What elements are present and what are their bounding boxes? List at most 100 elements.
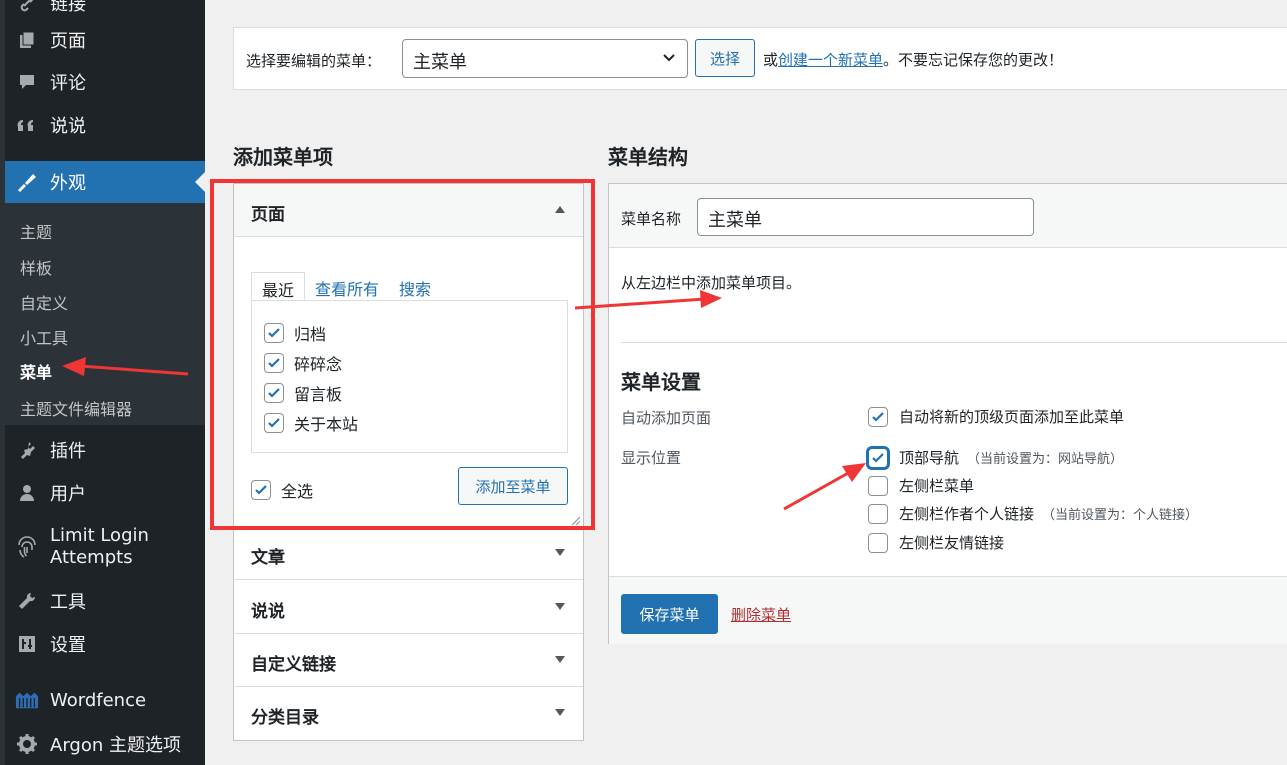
location-option-author-links[interactable]: 左侧栏作者个人链接 （当前设置为：个人链接）	[868, 503, 1198, 524]
checkmark-icon	[268, 328, 280, 338]
sidebar-item-label: 链接	[50, 0, 86, 15]
sidebar-item-settings[interactable]: 设置	[0, 626, 205, 662]
create-new-menu-link[interactable]: 创建一个新菜单	[778, 51, 883, 69]
location-label: 顶部导航	[899, 449, 960, 467]
checkmark-icon	[268, 388, 280, 398]
accordion-title: 说说	[251, 602, 285, 622]
sidebar-item-links[interactable]: 链接	[0, 0, 205, 18]
sidebar-item-label: 设置	[50, 635, 86, 656]
add-to-menu-button[interactable]: 添加至菜单	[458, 467, 568, 505]
sidebar-item-label: 说说	[50, 116, 86, 137]
accordion-section-categories[interactable]: 分类目录	[234, 687, 583, 740]
resize-handle-icon[interactable]	[571, 516, 581, 526]
checkmark-icon	[255, 485, 267, 495]
page-label: 归档	[294, 325, 327, 344]
accordion-section-posts[interactable]: 文章	[234, 527, 583, 580]
location-checkbox[interactable]	[868, 503, 888, 524]
accordion-section-custom-links[interactable]: 自定义链接	[234, 634, 583, 687]
submenu-item-patterns[interactable]: 样板	[20, 255, 52, 279]
label-line-2: Attempts	[50, 547, 133, 568]
chevron-down-icon	[555, 549, 565, 556]
sidebar-item-wordfence[interactable]: Wordfence	[0, 682, 205, 718]
plugin-icon	[15, 438, 39, 462]
accordion-title: 自定义链接	[251, 655, 336, 675]
sidebar-item-users[interactable]: 用户	[0, 475, 205, 511]
chevron-up-icon	[555, 206, 565, 213]
menu-select-dropdown[interactable]: 主菜单	[402, 39, 688, 78]
checkmark-icon	[872, 452, 884, 463]
page-checkbox[interactable]	[264, 323, 284, 343]
submenu-item-customize[interactable]: 自定义	[20, 290, 68, 314]
location-checkbox[interactable]	[868, 532, 888, 553]
select-all-checkbox[interactable]	[251, 480, 271, 500]
sidebar-item-argon-options[interactable]: Argon 主题选项	[0, 726, 205, 762]
select-button[interactable]: 选择	[695, 39, 755, 77]
comment-icon	[15, 70, 39, 94]
fingerprint-icon	[15, 535, 39, 559]
sidebar-item-label: 外观	[50, 173, 86, 194]
tab-view-all[interactable]: 查看所有	[305, 272, 389, 300]
sidebar-item-tools[interactable]: 工具	[0, 583, 205, 619]
accordion-section-pages[interactable]: 页面	[234, 184, 583, 237]
create-menu-hint: 或创建一个新菜单。不要忘记保存您的更改！	[763, 49, 1063, 70]
location-option-top-nav[interactable]: 顶部导航 （当前设置为：网站导航）	[868, 447, 1123, 468]
accordion-title: 分类目录	[251, 708, 319, 728]
divider	[621, 342, 1287, 343]
sidebar-item-appearance[interactable]: 外观	[5, 161, 205, 203]
recent-pages-list: 归档 碎碎念 留言板 关于本站	[251, 300, 568, 453]
select-menu-label: 选择要编辑的菜单：	[246, 52, 382, 70]
location-note: （当前设置为：网站导航）	[967, 452, 1124, 467]
location-option-friend-links[interactable]: 左侧栏友情链接	[868, 532, 1004, 553]
settings-icon	[15, 632, 39, 656]
sidebar-item-plugins[interactable]: 插件	[0, 432, 205, 468]
tab-search[interactable]: 搜索	[389, 272, 441, 300]
wordfence-icon	[15, 688, 39, 712]
page-checkbox[interactable]	[264, 383, 284, 403]
delete-menu-link[interactable]: 删除菜单	[731, 604, 791, 625]
list-item[interactable]: 归档	[264, 321, 326, 345]
location-note: （当前设置为：个人链接）	[1042, 508, 1199, 523]
menu-name-label: 菜单名称	[621, 210, 682, 228]
hint-suffix: 。不要忘记保存您的更改！	[883, 51, 1064, 69]
page-label: 关于本站	[294, 415, 359, 434]
sidebar-item-comments[interactable]: 评论	[0, 64, 205, 100]
menu-name-row: 菜单名称 主菜单	[609, 184, 1287, 248]
sidebar-item-limit-login[interactable]: Limit Login Attempts	[0, 522, 205, 572]
checkmark-icon	[268, 358, 280, 368]
tab-recent[interactable]: 最近	[251, 272, 306, 300]
location-checkbox[interactable]	[868, 475, 888, 496]
page-checkbox[interactable]	[264, 413, 284, 433]
sidebar-item-label: 用户	[50, 484, 86, 505]
list-item[interactable]: 碎碎念	[264, 351, 342, 375]
chevron-down-icon	[555, 656, 565, 663]
location-label: 左侧栏菜单	[899, 477, 975, 495]
location-checkbox[interactable]	[868, 447, 888, 468]
sidebar-item-shuoshuo[interactable]: 说说	[0, 107, 205, 143]
page-checkbox[interactable]	[264, 353, 284, 373]
sidebar-item-label: 工具	[50, 592, 86, 613]
user-icon	[15, 481, 39, 505]
sidebar-item-label: Argon 主题选项	[50, 735, 181, 756]
wrench-icon	[15, 589, 39, 613]
menu-actions-footer: 保存菜单 删除菜单	[609, 576, 1287, 644]
submenu-item-widgets[interactable]: 小工具	[20, 325, 68, 349]
accordion-section-shuoshuo[interactable]: 说说	[234, 581, 583, 634]
save-menu-button[interactable]: 保存菜单	[621, 594, 718, 634]
list-item[interactable]: 留言板	[264, 381, 342, 405]
sidebar-item-pages[interactable]: 页面	[0, 22, 205, 58]
sidebar-item-label: Wordfence	[50, 689, 147, 711]
menu-name-input[interactable]: 主菜单	[697, 198, 1034, 236]
add-menu-items-heading: 添加菜单项	[233, 145, 333, 169]
auto-add-option-label: 自动将新的顶级页面添加至此菜单	[899, 408, 1125, 426]
auto-add-option[interactable]: 自动将新的顶级页面添加至此菜单	[868, 406, 1124, 427]
submenu-item-themes[interactable]: 主题	[20, 219, 52, 243]
list-item[interactable]: 关于本站	[264, 411, 358, 435]
submenu-item-menus[interactable]: 菜单	[20, 359, 52, 383]
empty-menu-hint: 从左边栏中添加菜单项目。	[621, 274, 802, 292]
select-all-row[interactable]: 全选	[251, 478, 313, 502]
location-option-left-menu[interactable]: 左侧栏菜单	[868, 475, 974, 496]
submenu-item-theme-editor[interactable]: 主题文件编辑器	[20, 396, 132, 420]
quote-icon	[15, 113, 39, 137]
auto-add-checkbox[interactable]	[868, 406, 888, 427]
hint-prefix: 或	[763, 51, 779, 69]
